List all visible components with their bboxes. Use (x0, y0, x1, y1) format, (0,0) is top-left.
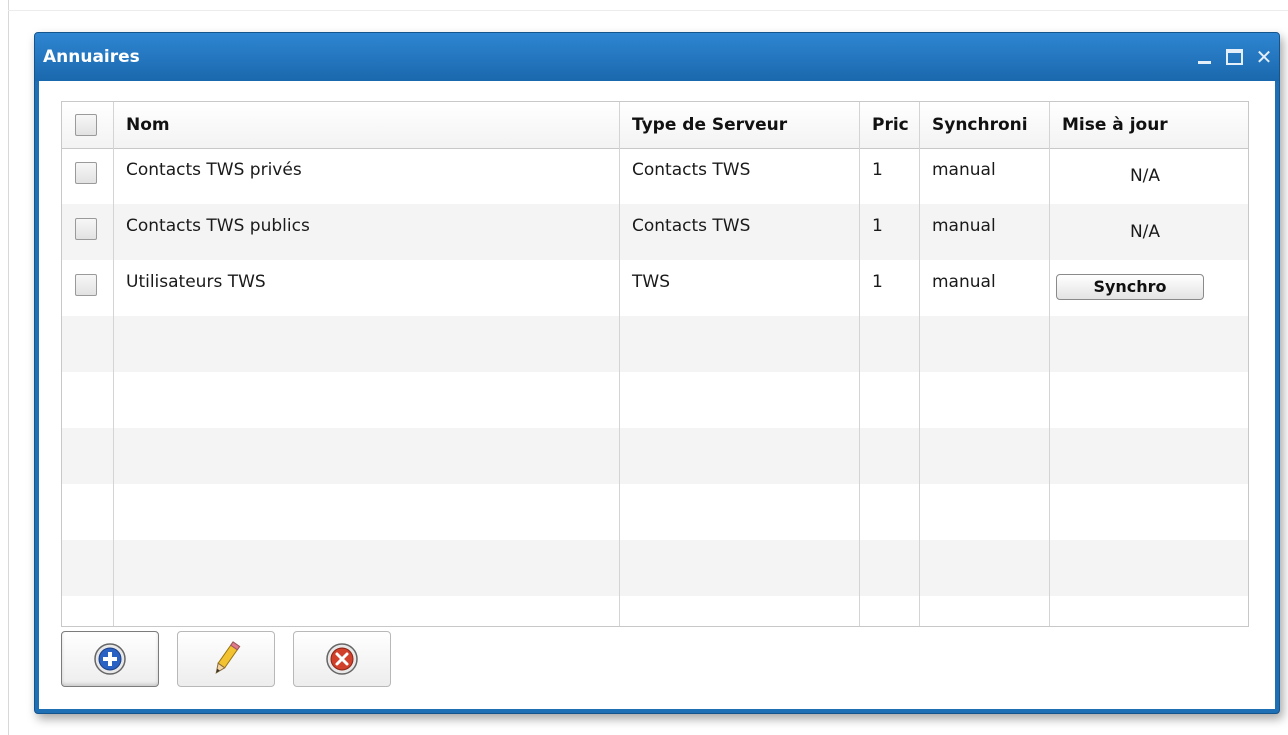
cell-priorite: 1 (872, 216, 883, 236)
synchro-button[interactable]: Synchro (1056, 274, 1204, 300)
row-checkbox[interactable] (75, 162, 97, 184)
table-row[interactable]: Contacts TWS publics Contacts TWS 1 manu… (62, 204, 1248, 260)
close-button[interactable]: ✕ (1249, 42, 1279, 72)
column-divider (859, 148, 860, 626)
table-row[interactable]: Contacts TWS privés Contacts TWS 1 manua… (62, 148, 1248, 204)
cell-mise-a-jour: N/A (1129, 166, 1161, 186)
column-header-priorite[interactable]: Pric (860, 102, 920, 148)
cell-nom: Utilisateurs TWS (126, 272, 266, 292)
edit-button[interactable] (177, 631, 275, 687)
directory-grid: Nom Type de Serveur Pric Synchroni Mise … (61, 101, 1249, 627)
window-title: Annuaires (43, 47, 140, 67)
select-all-checkbox[interactable] (75, 114, 97, 136)
header-divider (113, 102, 114, 148)
empty-row (62, 372, 1248, 428)
cell-mise-a-jour: N/A (1129, 222, 1161, 242)
empty-row (62, 484, 1248, 540)
cell-mise-a-jour: Synchro (1050, 260, 1240, 316)
column-header-nom[interactable]: Nom (114, 102, 620, 148)
window-controls: ✕ (1189, 33, 1279, 81)
delete-button[interactable] (293, 631, 391, 687)
cell-synchronisation: manual (932, 272, 996, 292)
column-divider (619, 148, 620, 626)
header-divider (1049, 102, 1050, 148)
row-checkbox[interactable] (75, 274, 97, 296)
cell-synchronisation: manual (932, 160, 996, 180)
close-icon: ✕ (1255, 45, 1273, 69)
window-body: Nom Type de Serveur Pric Synchroni Mise … (39, 81, 1275, 709)
column-divider (113, 148, 114, 626)
minimize-icon (1197, 60, 1211, 64)
column-header-type-serveur[interactable]: Type de Serveur (620, 102, 860, 148)
cell-priorite: 1 (872, 272, 883, 292)
page-edge-top (8, 10, 1288, 11)
page-edge (8, 0, 9, 735)
add-icon (94, 643, 126, 675)
column-divider (1049, 148, 1050, 626)
maximize-button[interactable] (1219, 42, 1249, 72)
cell-nom: Contacts TWS publics (126, 216, 310, 236)
pencil-icon (215, 641, 241, 674)
delete-icon (326, 643, 358, 675)
add-button[interactable] (61, 631, 159, 687)
column-header-mise-a-jour[interactable]: Mise à jour (1050, 102, 1248, 148)
column-header-synchronisation[interactable]: Synchroni (920, 102, 1050, 148)
cell-type-serveur: Contacts TWS (632, 160, 751, 180)
header-divider (919, 102, 920, 148)
maximize-icon (1225, 49, 1243, 65)
cell-nom: Contacts TWS privés (126, 160, 302, 180)
row-checkbox[interactable] (75, 218, 97, 240)
grid-rows: Contacts TWS privés Contacts TWS 1 manua… (62, 148, 1248, 626)
cell-priorite: 1 (872, 160, 883, 180)
header-divider (859, 102, 860, 148)
minimize-button[interactable] (1189, 42, 1219, 72)
empty-row (62, 596, 1248, 626)
empty-row (62, 428, 1248, 484)
column-divider (919, 148, 920, 626)
annuaires-window: Annuaires ✕ Nom Type de Serveur Pric Syn… (34, 32, 1280, 714)
cell-type-serveur: TWS (632, 272, 670, 292)
empty-row (62, 540, 1248, 596)
table-row[interactable]: Utilisateurs TWS TWS 1 manual Synchro (62, 260, 1248, 316)
header-divider (619, 102, 620, 148)
grid-header: Nom Type de Serveur Pric Synchroni Mise … (62, 102, 1248, 149)
empty-row (62, 316, 1248, 372)
cell-synchronisation: manual (932, 216, 996, 236)
window-titlebar[interactable]: Annuaires ✕ (35, 33, 1279, 81)
cell-type-serveur: Contacts TWS (632, 216, 751, 236)
